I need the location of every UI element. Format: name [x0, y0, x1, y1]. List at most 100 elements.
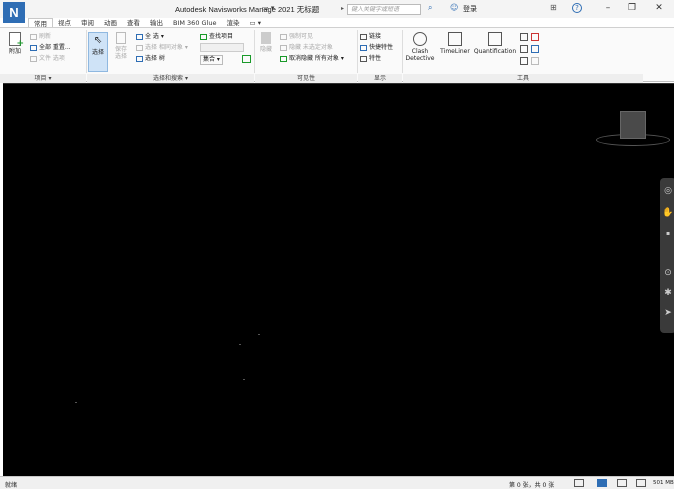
appearance-profiler-icon[interactable]: [520, 45, 528, 53]
minimize-button[interactable]: –: [598, 2, 618, 15]
scripter-icon[interactable]: [531, 33, 539, 41]
select-arrow-icon[interactable]: ➤: [660, 308, 674, 318]
append-button[interactable]: + 附加: [4, 32, 26, 55]
sets-label: 集合 ▾: [203, 56, 220, 63]
maximize-button[interactable]: ❐: [622, 2, 642, 15]
search-expand-icon[interactable]: ▸: [341, 5, 344, 12]
sets-dropdown[interactable]: 集合 ▾: [200, 55, 223, 65]
ribbon: + 附加 刷新 全部 重置... 文件 选项 项目 ▾ ⇖ 选择 保存 选择 全…: [0, 27, 674, 83]
divider: [254, 30, 255, 73]
links-label: 链接: [369, 33, 382, 40]
find-items-label: 查找项目: [209, 33, 234, 40]
datatools-icon[interactable]: [531, 57, 539, 65]
properties-label: 特性: [369, 55, 382, 62]
model-fragment: [75, 402, 77, 403]
refresh-button[interactable]: 刷新: [30, 33, 51, 41]
select-all-button[interactable]: 全 选 ▾: [136, 33, 164, 41]
title-bar: N Autodesk Navisworks Manage 2021 无标题 ▭ …: [0, 0, 674, 23]
clash-detective-button[interactable]: Clash Detective: [404, 32, 436, 62]
model-fragment: [243, 379, 245, 380]
viewcube[interactable]: [620, 111, 646, 139]
batch-utility-icon[interactable]: [531, 45, 539, 53]
memory-indicator-icon: [617, 479, 627, 487]
binoculars-icon[interactable]: ⌕: [428, 3, 432, 13]
select-all-icon: [136, 33, 143, 40]
selection-tree-label: 选择 树: [145, 55, 165, 62]
web-server-icon: [636, 479, 646, 487]
quick-properties-label: 快捷特性: [369, 44, 394, 51]
search-input[interactable]: 键入关键字或短语: [347, 4, 421, 15]
zoom-window-icon[interactable]: ▪: [660, 230, 674, 237]
hide-unselected-label: 隐藏 未选定对象: [289, 44, 333, 51]
hide-button[interactable]: 隐藏: [257, 32, 275, 53]
orbit-icon[interactable]: ⊙: [660, 268, 674, 278]
pan-icon[interactable]: ✋: [660, 208, 674, 218]
quantification-icon: [488, 32, 502, 46]
help-icon[interactable]: ?: [572, 3, 582, 13]
unhide-all-label: 取消隐藏 所有对象 ▾: [289, 55, 344, 62]
user-icon[interactable]: ☺: [450, 3, 458, 12]
unhide-icon: [280, 55, 287, 62]
memory-usage: 501 MB: [653, 480, 674, 486]
status-text: 就绪: [5, 482, 18, 489]
quick-find-input[interactable]: [200, 43, 244, 52]
quick-properties-icon: [360, 44, 367, 51]
panel-select-search[interactable]: 选择和搜索 ▾: [87, 74, 254, 83]
timeliner-button[interactable]: TimeLiner: [437, 32, 473, 55]
cart-icon[interactable]: ⊞: [550, 3, 557, 12]
selection-tree-button[interactable]: 选择 树: [136, 55, 165, 63]
select-same-button[interactable]: 选择 相同对象 ▾: [136, 44, 188, 52]
performance-indicator-icon: [597, 479, 607, 487]
sign-in-button[interactable]: 登录: [463, 4, 477, 14]
steering-wheel-icon[interactable]: ◎: [660, 186, 674, 196]
animator-icon[interactable]: [520, 33, 528, 41]
sets-manage-icon[interactable]: [242, 55, 251, 63]
save-selection-label: 保存 选择: [114, 46, 127, 60]
reset-all-label: 全部 重置...: [39, 44, 71, 51]
divider: [357, 30, 358, 73]
file-options-label: 文件 选项: [39, 55, 65, 62]
links-button[interactable]: 链接: [360, 33, 381, 41]
panel-tools: 工具: [403, 74, 643, 83]
model-fragment: [239, 344, 241, 345]
reset-icon: [30, 44, 37, 51]
model-fragment: [258, 334, 260, 335]
sheet-browser-icon[interactable]: [574, 479, 584, 487]
hide-unselected-button[interactable]: 隐藏 未选定对象: [280, 44, 333, 52]
require-label: 强制可见: [289, 33, 314, 40]
file-options-icon: [30, 55, 37, 62]
quick-access-toolbar[interactable]: ▭ ▾: [262, 4, 274, 12]
app-menu-button[interactable]: N: [3, 2, 25, 23]
panel-project[interactable]: 项目 ▾: [0, 74, 86, 83]
properties-button[interactable]: 特性: [360, 55, 381, 63]
timeliner-label: TimeLiner: [440, 48, 470, 55]
require-button[interactable]: 强制可见: [280, 33, 313, 41]
file-options-button[interactable]: 文件 选项: [30, 55, 65, 63]
quantification-button[interactable]: Quantification: [473, 32, 517, 55]
3d-viewport[interactable]: ◎ ✋ ▪ ⊙ ✱ ➤: [3, 83, 674, 476]
refresh-icon: [30, 33, 37, 40]
close-button[interactable]: ✕: [649, 2, 669, 15]
quantification-label: Quantification: [473, 48, 517, 55]
unhide-all-button[interactable]: 取消隐藏 所有对象 ▾: [280, 55, 344, 63]
quick-properties-button[interactable]: 快捷特性: [360, 44, 393, 52]
tree-icon: [136, 55, 143, 62]
clash-icon: [413, 32, 427, 46]
append-icon: +: [9, 32, 24, 49]
divider: [86, 30, 87, 73]
select-all-label: 全 选 ▾: [145, 33, 164, 40]
hide-icon: [261, 32, 271, 44]
compare-icon[interactable]: [520, 57, 528, 65]
reset-all-button[interactable]: 全部 重置...: [30, 44, 71, 52]
look-around-icon[interactable]: ✱: [660, 288, 674, 298]
select-button[interactable]: ⇖ 选择: [88, 32, 108, 72]
select-same-icon: [136, 44, 143, 51]
status-bar: 就绪 第 0 张，共 0 张 501 MB: [0, 476, 674, 489]
properties-icon: [360, 55, 367, 62]
save-selection-button[interactable]: 保存 选择: [112, 32, 130, 60]
require-icon: [280, 33, 287, 40]
hide-unselected-icon: [280, 44, 287, 51]
find-items-button[interactable]: 查找项目: [200, 33, 233, 41]
sheet-counter: 第 0 张，共 0 张: [509, 482, 555, 489]
window-title: Autodesk Navisworks Manage 2021 无标题: [175, 5, 320, 14]
